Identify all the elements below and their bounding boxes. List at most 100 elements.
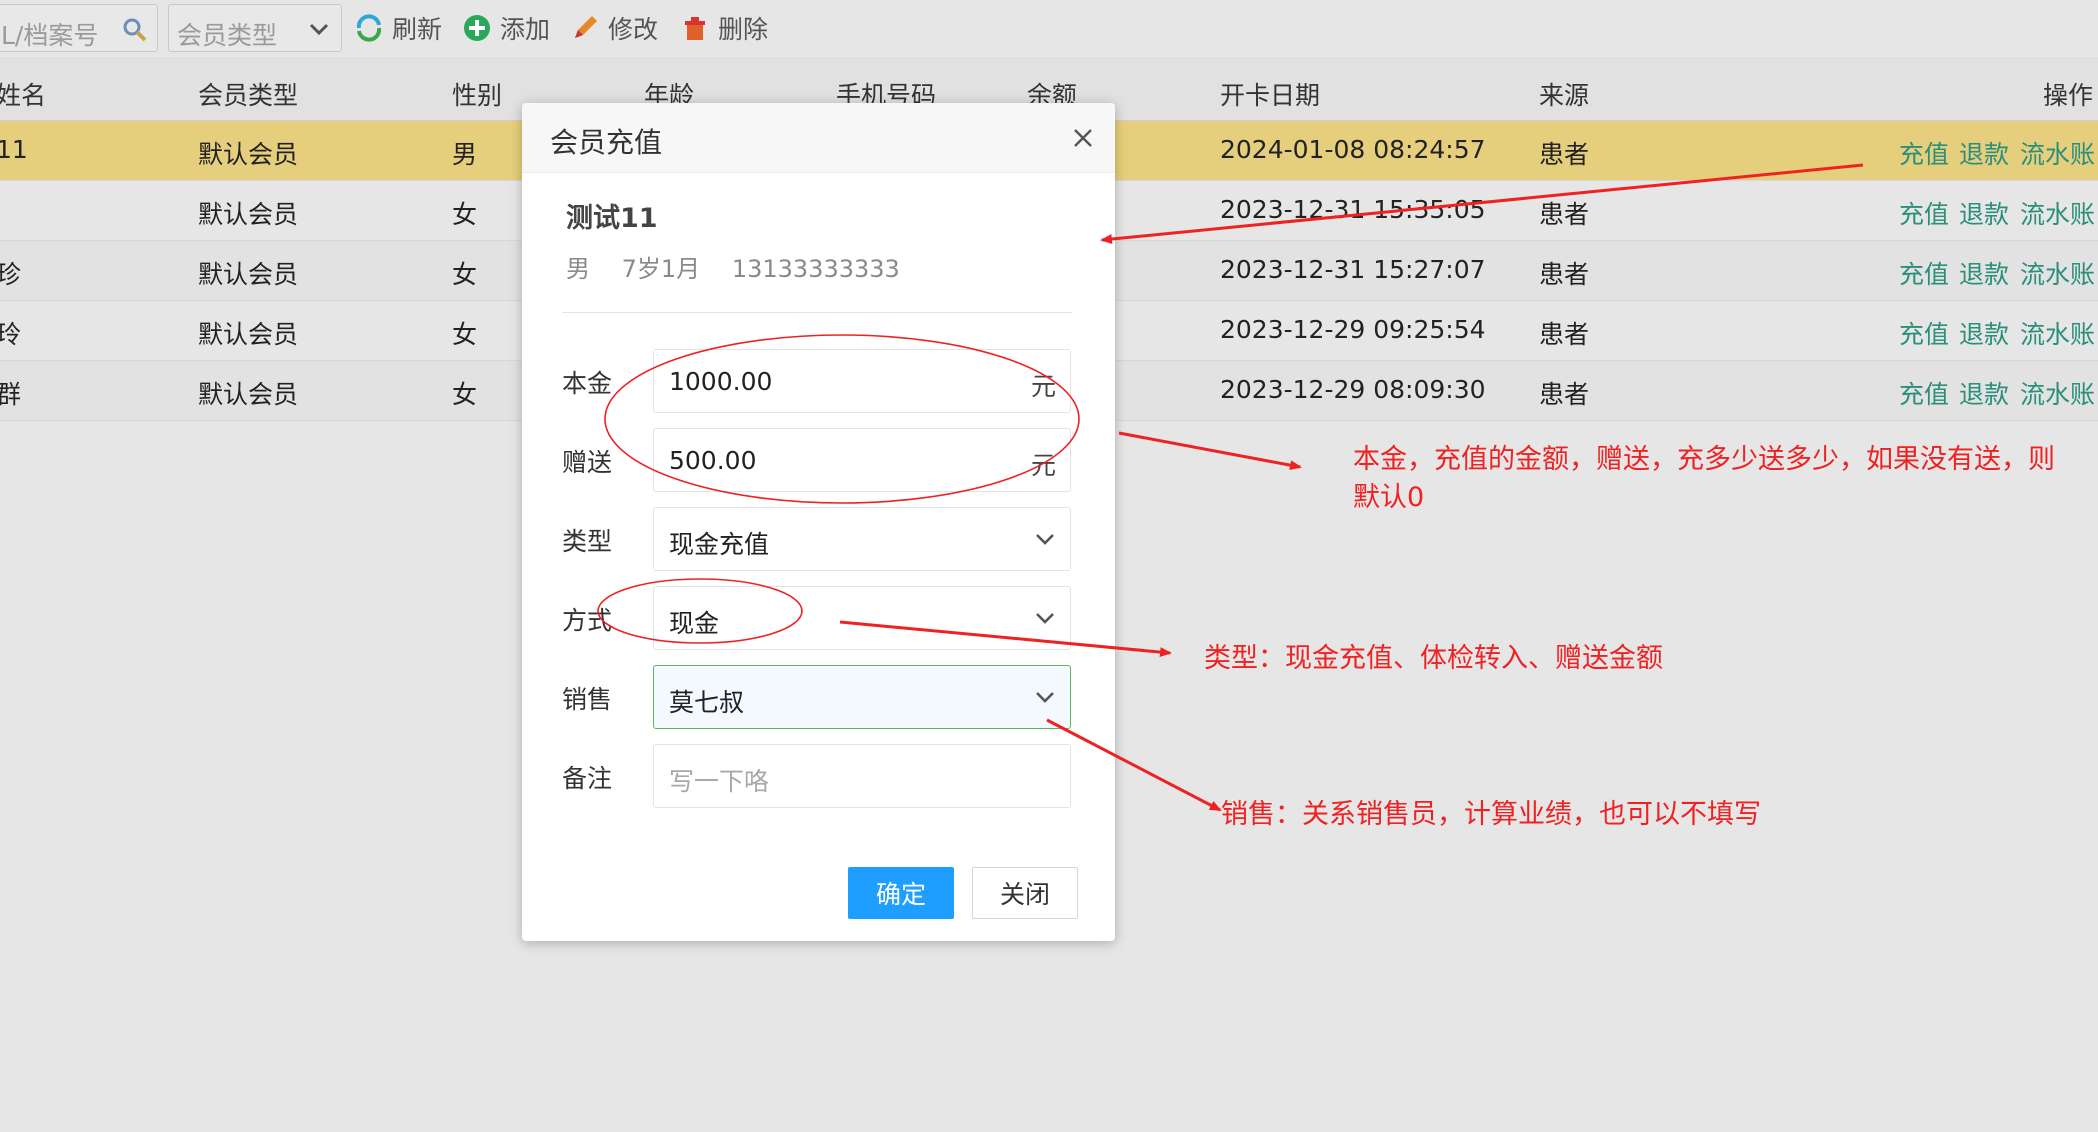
cell-open-date: 2024-01-08 08:24:57 (1220, 135, 1486, 164)
dialog-title: 会员充值 (550, 126, 663, 159)
cell-source: 患者 (1539, 320, 1590, 349)
cell-gender: 男 (452, 140, 478, 169)
col-open-date[interactable]: 开卡日期 (1220, 76, 1320, 112)
cell-open-date: 2023-12-31 15:35:05 (1220, 195, 1486, 224)
refresh-button[interactable]: 刷新 (354, 8, 442, 48)
cell-member-type: 默认会员 (198, 320, 299, 349)
search-icon[interactable] (122, 17, 148, 43)
confirm-button[interactable]: 确定 (848, 867, 954, 919)
annotation-note: 本金，充值的金额，赠送，充多少送多少，如果没有送，则 (1353, 444, 2055, 475)
cell-name: 群 (0, 380, 22, 409)
col-gender[interactable]: 性别 (452, 76, 502, 112)
principal-value: 1000.00 (669, 367, 773, 396)
cell-gender: 女 (452, 200, 478, 229)
chevron-down-icon (1036, 613, 1054, 624)
patient-age: 7岁1月 (621, 255, 701, 283)
patient-name: 测试11 (566, 203, 658, 234)
refresh-icon (356, 14, 382, 42)
close-button[interactable]: 关闭 (972, 867, 1078, 919)
ledger-link[interactable]: 流水账 (2020, 315, 2095, 351)
search-input[interactable]: L/档案号 (0, 4, 158, 52)
plus-circle-icon (464, 15, 490, 41)
gift-label: 赠送 (562, 448, 613, 477)
cell-source: 患者 (1539, 200, 1590, 229)
col-actions: 操作 (2043, 81, 2094, 110)
remark-input[interactable]: 写一下咯 (653, 744, 1071, 808)
cell-member-type: 默认会员 (198, 200, 299, 229)
trash-icon (685, 17, 705, 40)
dialog-header: 会员充值 (522, 103, 1115, 173)
cell-gender: 女 (452, 260, 478, 289)
gift-unit: 元 (1030, 451, 1056, 480)
recharge-dialog: 会员充值 测试11 男 7岁1月 13133333333 本金 1000.00 … (522, 103, 1115, 941)
cell-source: 患者 (1539, 260, 1590, 289)
cell-open-date: 2023-12-31 15:27:07 (1220, 255, 1486, 284)
col-name[interactable]: 姓名 (0, 76, 46, 112)
chevron-down-icon (1036, 692, 1054, 703)
remark-label: 备注 (562, 764, 613, 793)
pencil-icon (575, 16, 597, 38)
delete-button[interactable]: 删除 (680, 8, 768, 48)
edit-button[interactable]: 修改 (570, 8, 658, 48)
cell-member-type: 默认会员 (198, 140, 299, 169)
principal-unit: 元 (1030, 372, 1056, 401)
col-source[interactable]: 来源 (1539, 76, 1589, 112)
ledger-link[interactable]: 流水账 (2020, 255, 2095, 291)
patient-phone: 13133333333 (731, 255, 900, 283)
delete-label: 删除 (718, 15, 769, 44)
cell-gender: 女 (452, 320, 478, 349)
member-type-placeholder: 会员类型 (177, 21, 278, 50)
chevron-down-icon (309, 23, 329, 36)
refresh-label: 刷新 (392, 15, 443, 44)
refund-link[interactable]: 退款 (1959, 315, 2009, 351)
recharge-link[interactable]: 充值 (1899, 315, 1949, 351)
edit-label: 修改 (608, 15, 659, 44)
type-select[interactable]: 现金充值 (653, 507, 1071, 571)
sales-label: 销售 (562, 685, 613, 714)
annotation-arrow (1118, 431, 1302, 471)
cell-name: 珍 (0, 260, 22, 289)
type-value: 现金充值 (669, 530, 770, 559)
member-type-select[interactable]: 会员类型 (168, 4, 342, 52)
cell-name: 玲 (0, 320, 22, 349)
principal-label: 本金 (562, 369, 613, 398)
refund-link[interactable]: 退款 (1959, 375, 2009, 411)
method-select[interactable]: 现金 (653, 586, 1071, 650)
gift-value: 500.00 (669, 446, 757, 475)
annotation-note: 类型：现金充值、体检转入、赠送金额 (1204, 643, 1663, 674)
add-label: 添加 (500, 15, 551, 44)
method-value: 现金 (669, 609, 720, 638)
refund-link[interactable]: 退款 (1959, 195, 2009, 231)
patient-info: 男 7岁1月 13133333333 (566, 249, 900, 284)
cell-member-type: 默认会员 (198, 260, 299, 289)
cell-source: 患者 (1539, 380, 1590, 409)
type-label: 类型 (562, 527, 613, 556)
col-member-type[interactable]: 会员类型 (198, 76, 298, 112)
recharge-link[interactable]: 充值 (1899, 195, 1949, 231)
recharge-link[interactable]: 充值 (1899, 375, 1949, 411)
toolbar: L/档案号 会员类型 刷新 添加 修改 删除 (0, 0, 2098, 59)
principal-input[interactable]: 1000.00 元 (653, 349, 1071, 413)
ledger-link[interactable]: 流水账 (2020, 375, 2095, 411)
cell-name: 11 (0, 135, 28, 164)
cell-open-date: 2023-12-29 08:09:30 (1220, 375, 1486, 404)
sales-select[interactable]: 莫七叔 (653, 665, 1071, 729)
cell-open-date: 2023-12-29 09:25:54 (1220, 315, 1486, 344)
ledger-link[interactable]: 流水账 (2020, 195, 2095, 231)
cell-gender: 女 (452, 380, 478, 409)
method-label: 方式 (562, 606, 613, 635)
annotation-note: 销售：关系销售员，计算业绩，也可以不填写 (1221, 799, 1761, 830)
gift-input[interactable]: 500.00 元 (653, 428, 1071, 492)
sales-value: 莫七叔 (669, 688, 745, 717)
annotation-note: 默认0 (1353, 482, 1425, 513)
refund-link[interactable]: 退款 (1959, 255, 2009, 291)
cell-source: 患者 (1539, 140, 1590, 169)
recharge-link[interactable]: 充值 (1899, 135, 1949, 171)
refund-link[interactable]: 退款 (1959, 135, 2009, 171)
ledger-link[interactable]: 流水账 (2020, 135, 2095, 171)
search-placeholder: L/档案号 (1, 21, 99, 50)
close-icon[interactable] (1070, 125, 1096, 151)
add-button[interactable]: 添加 (462, 8, 550, 48)
recharge-link[interactable]: 充值 (1899, 255, 1949, 291)
divider (562, 312, 1072, 313)
